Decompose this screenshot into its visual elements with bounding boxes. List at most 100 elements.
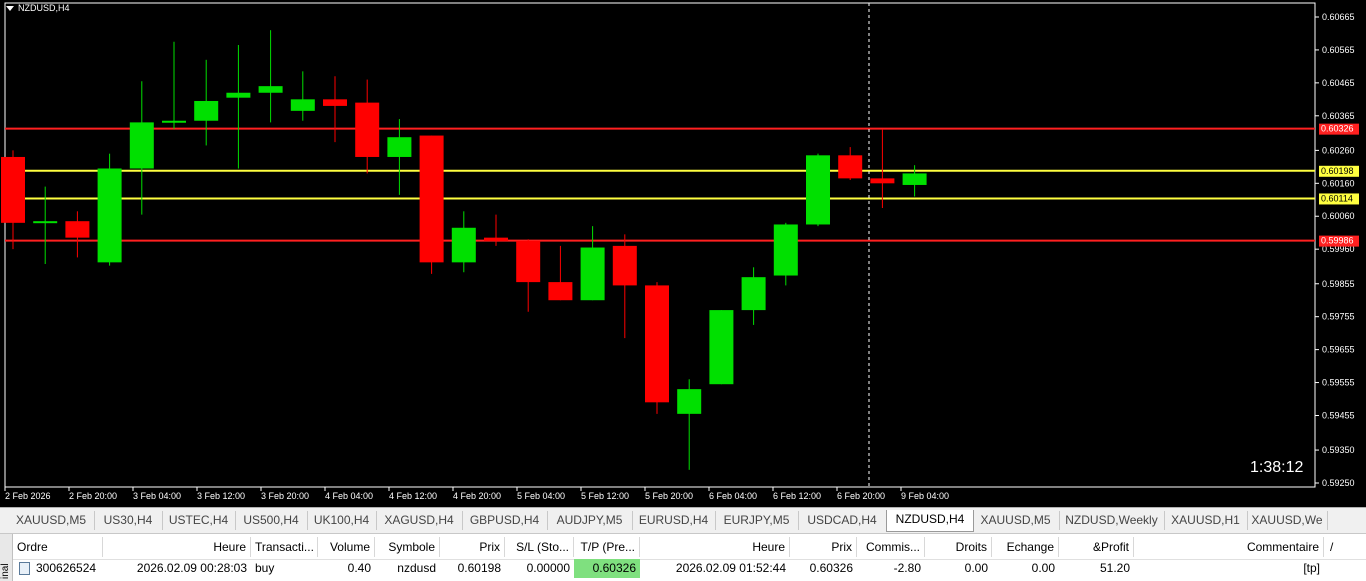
time-tick-label: 9 Feb 04:00 xyxy=(901,491,949,501)
column-header[interactable]: &Profit xyxy=(1059,537,1134,557)
table-cell: [tp] xyxy=(1303,561,1320,575)
column-header[interactable]: Symbole xyxy=(375,537,440,557)
column-header[interactable]: Heure xyxy=(640,537,790,557)
chart-tab[interactable]: XAUUSD,M5 xyxy=(8,511,95,530)
price-tick-label: 0.59755 xyxy=(1322,312,1355,322)
column-header[interactable]: Echange xyxy=(992,537,1059,557)
candle-body xyxy=(97,168,122,263)
table-cell: 0.60326 xyxy=(592,561,636,575)
chart-tab[interactable]: NZDUSD,Weekly xyxy=(1059,511,1165,530)
price-tick-label: 0.59350 xyxy=(1322,445,1355,455)
price-tick-label: 0.60465 xyxy=(1322,78,1355,88)
table-cell: 0.00000 xyxy=(526,561,570,575)
candle-body xyxy=(741,277,766,311)
table-cell: 2026.02.09 00:28:03 xyxy=(136,561,247,575)
column-header[interactable]: Prix xyxy=(790,537,857,557)
time-tick-label: 2 Feb 20:00 xyxy=(69,491,117,501)
dropdown-triangle-icon[interactable] xyxy=(6,6,14,12)
chart-tab[interactable]: USTEC,H4 xyxy=(162,511,236,530)
candle-body xyxy=(419,135,444,263)
terminal-side-strip[interactable]: inal xyxy=(0,534,13,581)
column-header[interactable]: Transacti... xyxy=(251,537,318,557)
chart-tab[interactable]: XAUUSD,H1 xyxy=(1164,511,1248,530)
time-tick-label: 5 Feb 20:00 xyxy=(645,491,693,501)
price-chart[interactable]: 0.60665 0.60565 0.60465 0.60365 0.60260 0.601… xyxy=(0,0,1366,507)
chart-tab[interactable]: AUDJPY,M5 xyxy=(547,511,633,530)
candle-body xyxy=(129,122,154,169)
time-tick-label: 2 Feb 2026 xyxy=(5,491,51,501)
column-header[interactable]: Heure xyxy=(103,537,251,557)
time-tick-label: 3 Feb 20:00 xyxy=(261,491,309,501)
time-tick-label: 6 Feb 12:00 xyxy=(773,491,821,501)
price-level-label: 0.59986 xyxy=(1321,236,1354,246)
candle-body xyxy=(580,247,605,301)
time-tick-label: 5 Feb 04:00 xyxy=(517,491,565,501)
sort-indicator[interactable]: / xyxy=(1326,537,1366,557)
chart-tab[interactable]: XAGUSD,H4 xyxy=(376,511,463,530)
chart-tab[interactable]: USDCAD,H4 xyxy=(798,511,887,530)
candle-body xyxy=(162,120,186,123)
column-header[interactable]: Ordre xyxy=(13,537,103,557)
column-header[interactable]: Commentaire xyxy=(1134,537,1324,557)
chart-tab[interactable]: XAUUSD,M5 xyxy=(972,511,1060,530)
time-tick-label: 6 Feb 04:00 xyxy=(709,491,757,501)
table-cell: 51.20 xyxy=(1099,561,1130,575)
candle-body xyxy=(773,224,798,276)
column-header[interactable]: Commis... xyxy=(857,537,925,557)
column-header[interactable]: T/P (Pre... xyxy=(574,537,640,557)
candle-body xyxy=(387,137,412,157)
chart-tab[interactable]: US30,H4 xyxy=(94,511,163,530)
order-document-icon xyxy=(19,562,30,575)
candlestick-chart-canvas[interactable]: 0.60665 0.60565 0.60465 0.60365 0.60260 0.601… xyxy=(0,0,1366,507)
chart-symbol-label[interactable]: NZDUSD,H4 xyxy=(6,3,70,13)
candle-body xyxy=(484,237,508,241)
bar-countdown-timer: 1:38:12 xyxy=(1250,459,1304,476)
table-cell: 2026.02.09 01:52:44 xyxy=(675,561,786,575)
table-cell: buy xyxy=(255,561,275,575)
price-tick-label: 0.59455 xyxy=(1322,410,1355,420)
price-tick-label: 0.60665 xyxy=(1322,12,1355,22)
time-tick-label: 3 Feb 12:00 xyxy=(197,491,245,501)
table-cell: 300626524 xyxy=(36,561,97,575)
time-tick-label: 4 Feb 04:00 xyxy=(325,491,373,501)
candle-body xyxy=(806,155,830,225)
chart-tab[interactable]: GBPUSD,H4 xyxy=(462,511,548,530)
candle-body xyxy=(1,156,25,223)
candle-body xyxy=(194,100,219,121)
candle-body xyxy=(870,178,895,184)
chart-tabs-bar: XAUUSD,M5 US30,H4 USTEC,H4 US500,H4 UK100,H4… xyxy=(0,507,1366,534)
column-header[interactable]: S/L (Sto... xyxy=(505,537,574,557)
chart-tab[interactable]: XAUUSD,We xyxy=(1247,511,1328,530)
table-cell: 0.60198 xyxy=(457,561,501,575)
chart-tab[interactable]: EURUSD,H4 xyxy=(632,511,716,530)
terminal-history-panel: inal Ordre Heure Transacti... Volume Symbole… xyxy=(0,533,1366,581)
chart-tab[interactable]: EURJPY,M5 xyxy=(715,511,799,530)
candle-body xyxy=(33,221,58,224)
column-header[interactable]: Droits xyxy=(925,537,992,557)
chart-tab[interactable]: UK100,H4 xyxy=(307,511,377,530)
candle-body xyxy=(355,102,380,157)
time-tick-label: 6 Feb 20:00 xyxy=(837,491,885,501)
price-level-label: 0.60198 xyxy=(1321,166,1354,176)
price-tick-label: 0.60365 xyxy=(1322,111,1355,121)
chart-tab[interactable]: US500,H4 xyxy=(235,511,308,530)
candle-body xyxy=(290,99,315,111)
price-tick-label: 0.60160 xyxy=(1322,178,1355,188)
chart-tab[interactable]: NZDUSD,H4 xyxy=(886,510,974,532)
candle-body xyxy=(612,245,637,286)
price-tick-label: 0.59250 xyxy=(1322,478,1355,488)
table-cell: 0.60326 xyxy=(809,561,853,575)
candle-body xyxy=(65,221,90,238)
price-level-label: 0.60326 xyxy=(1321,124,1354,134)
candle-body xyxy=(323,99,347,106)
candle-body xyxy=(548,282,573,301)
price-tick-label: 0.60260 xyxy=(1322,145,1355,155)
candle-body xyxy=(677,389,702,414)
column-header[interactable]: Prix xyxy=(440,537,505,557)
plot-frame xyxy=(4,2,1316,488)
table-cell: 0.40 xyxy=(347,561,371,575)
candle-body xyxy=(258,86,283,93)
column-header[interactable]: Volume xyxy=(318,537,375,557)
price-tick-label: 0.60565 xyxy=(1322,45,1355,55)
symbol-text: NZDUSD,H4 xyxy=(18,3,70,13)
